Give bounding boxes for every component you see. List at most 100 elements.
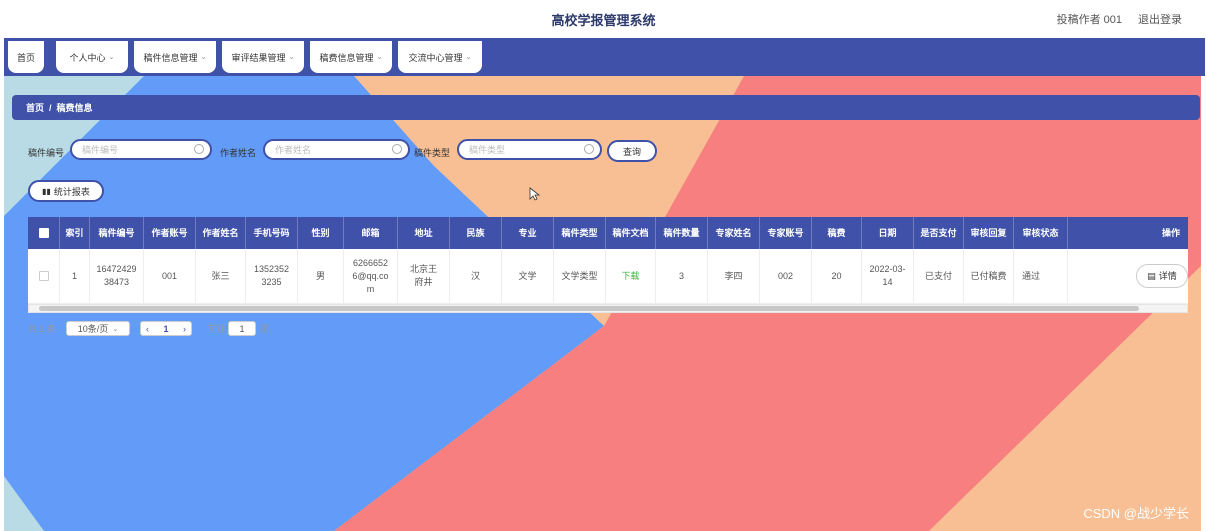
chevron-down-icon: ⌄ [200, 54, 207, 61]
nav-personal-center-label: 个人中心 [69, 52, 106, 63]
goto-label: 前往 [208, 324, 227, 334]
breadcrumb-separator: / [49, 102, 52, 113]
page-navigator: ‹ 1 › [140, 321, 192, 336]
nav-home-label: 首页 [16, 52, 35, 63]
row-checkbox[interactable] [38, 271, 49, 281]
col-header: 地址 [398, 217, 450, 249]
page-size-select[interactable]: 10条/页 ⌄ [66, 321, 130, 336]
next-page-icon[interactable]: › [183, 324, 186, 334]
nav-exchange-center-label: 交流中心管理 [408, 52, 463, 63]
nav-fee-management-label: 稿费信息管理 [319, 52, 374, 63]
breadcrumb: 首页 / 稿费信息 [12, 95, 1200, 120]
col-header: 民族 [450, 217, 502, 249]
cell-paid: 已支付 [914, 249, 964, 303]
select-all-checkbox[interactable] [38, 228, 49, 238]
nav-exchange-center[interactable]: 交流中心管理 ⌄ [398, 41, 482, 73]
author-name-placeholder: 作者姓名 [275, 145, 312, 155]
goto-page-value: 1 [239, 323, 245, 334]
col-header: 日期 [862, 217, 914, 249]
bar-chart-icon: ▮▮ [42, 186, 51, 196]
cell-author-account: 001 [144, 249, 196, 303]
breadcrumb-home[interactable]: 首页 [26, 101, 44, 114]
cell-ethnicity: 汉 [450, 249, 502, 303]
cell-email: 62666526@qq.com [344, 249, 398, 303]
col-header: 审核回复 [964, 217, 1014, 249]
col-header: 性别 [298, 217, 344, 249]
query-button-label: 查询 [622, 146, 641, 157]
cell-major: 文学 [502, 249, 554, 303]
col-header: 稿费 [812, 217, 862, 249]
chevron-down-icon: ⌄ [108, 54, 115, 61]
cell-fee: 20 [812, 249, 862, 303]
chevron-down-icon: ⌄ [112, 325, 119, 333]
cell-index: 1 [60, 249, 90, 303]
manuscript-type-label: 稿件类型 [414, 148, 451, 158]
col-header: 审核状态 [1014, 217, 1068, 249]
cell-expert-name: 李四 [708, 249, 760, 303]
col-header: 作者账号 [144, 217, 196, 249]
document-icon: ▤ [1147, 270, 1156, 281]
cell-type: 文学类型 [554, 249, 606, 303]
statistics-report-button[interactable]: ▮▮ 统计报表 [28, 180, 104, 202]
search-icon [194, 144, 204, 154]
cell-gender: 男 [298, 249, 344, 303]
col-header: 操作 [1161, 227, 1180, 238]
author-name-input[interactable]: 作者姓名 [263, 139, 410, 160]
top-bar: 高校学报管理系统 投稿作者 001 退出登录 [0, 0, 1207, 38]
cell-phone: 13523523235 [246, 249, 298, 303]
col-header: 专家账号 [760, 217, 812, 249]
cell-review-status: 通过 [1014, 249, 1068, 303]
row-checkbox-cell[interactable] [28, 249, 60, 303]
col-header: 稿件文档 [606, 217, 656, 249]
manuscript-type-placeholder: 稿件类型 [469, 145, 506, 155]
mouse-cursor-icon [529, 187, 541, 201]
table-row: 1 1647242938473 001 张三 13523523235 男 626… [28, 249, 1188, 304]
page-size-value: 10条/页 [77, 324, 109, 334]
nav-review-results-label: 审评结果管理 [231, 52, 286, 63]
manuscript-no-input[interactable]: 稿件编号 [70, 139, 212, 160]
current-page-number[interactable]: 1 [163, 324, 168, 334]
col-header: 作者姓名 [196, 217, 246, 249]
logout-link[interactable]: 退出登录 [1138, 11, 1182, 27]
nav-home[interactable]: 首页 [8, 41, 44, 73]
app-title: 高校学报管理系统 [551, 13, 656, 28]
nav-fee-management[interactable]: 稿费信息管理 ⌄ [310, 41, 392, 73]
cell-review-reply: 已付稿费 [964, 249, 1014, 303]
col-header: 手机号码 [246, 217, 298, 249]
col-header: 稿件编号 [90, 217, 144, 249]
nav-manuscript-management[interactable]: 稿件信息管理 ⌄ [134, 41, 216, 73]
cell-author-name: 张三 [196, 249, 246, 303]
manuscript-type-input[interactable]: 稿件类型 [457, 139, 602, 160]
col-header: 专家姓名 [708, 217, 760, 249]
cell-address: 北京王府井 [398, 249, 450, 303]
nav-manuscript-management-label: 稿件信息管理 [143, 52, 198, 63]
nav-personal-center[interactable]: 个人中心 ⌄ [56, 41, 128, 73]
chevron-down-icon: ⌄ [465, 54, 472, 61]
cell-date: 2022-03-14 [862, 249, 914, 303]
goto-page-input[interactable]: 1 [228, 321, 256, 336]
search-icon [392, 144, 402, 154]
user-area: 投稿作者 001 退出登录 [1057, 11, 1182, 27]
user-name[interactable]: 投稿作者 001 [1057, 11, 1122, 27]
col-header: 是否支付 [914, 217, 964, 249]
breadcrumb-current: 稿费信息 [56, 103, 93, 113]
statistics-report-label: 统计报表 [53, 186, 90, 197]
select-all-checkbox-cell[interactable] [28, 217, 60, 249]
watermark: CSDN @战少学长 [1083, 506, 1189, 521]
prev-page-icon[interactable]: ‹ [146, 324, 149, 334]
cell-count: 3 [656, 249, 708, 303]
detail-button[interactable]: ▤ 详情 [1136, 264, 1188, 288]
query-button[interactable]: 查询 [607, 140, 657, 162]
nav-review-results[interactable]: 审评结果管理 ⌄ [222, 41, 304, 73]
scrollbar-thumb[interactable] [39, 306, 1139, 311]
horizontal-scrollbar[interactable] [28, 304, 1188, 313]
detail-button-label: 详情 [1158, 270, 1177, 281]
manuscript-no-label: 稿件编号 [28, 148, 65, 158]
author-name-label: 作者姓名 [220, 148, 257, 158]
cell-expert-account: 002 [760, 249, 812, 303]
chevron-down-icon: ⌄ [376, 54, 383, 61]
chevron-down-icon: ⌄ [288, 54, 295, 61]
manuscript-no-placeholder: 稿件编号 [82, 145, 119, 155]
download-link[interactable]: 下载 [606, 249, 656, 303]
col-header: 邮箱 [344, 217, 398, 249]
